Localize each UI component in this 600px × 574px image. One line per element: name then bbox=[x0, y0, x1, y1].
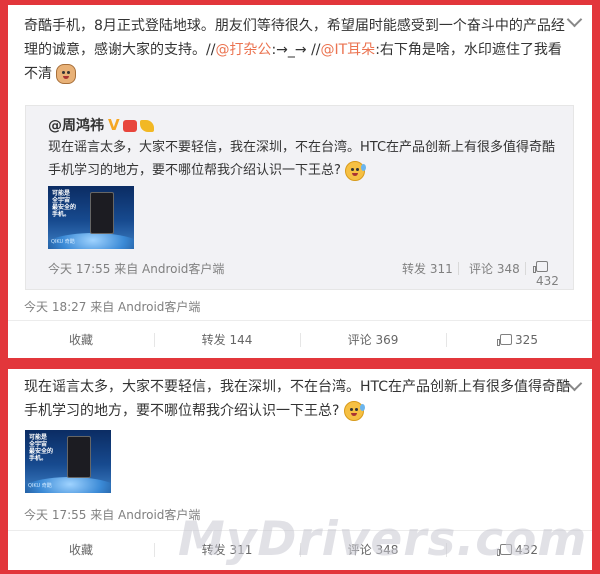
quoted-post: @周鸿祎 V 现在谣言太多，大家不要轻信，我在深圳，不在台湾。HTC在产品创新上有… bbox=[25, 105, 574, 290]
post-text: 现在谣言太多，大家不要轻信，我在深圳，不在台湾。HTC在产品创新上有很多值得奇酷… bbox=[24, 375, 572, 423]
comment-button[interactable]: 评论 348 bbox=[300, 531, 446, 569]
image-brand: QIKU 奇酷 bbox=[28, 483, 52, 489]
quoted-repost-button[interactable]: 转发 311 bbox=[402, 260, 453, 277]
weibo-card-repost: 奇酷手机，8月正式登陆地球。朋友们等待很久，希望届时能感受到一个奋斗中的产品经理… bbox=[8, 5, 592, 358]
weibo-card-original: 现在谣言太多，大家不要轻信，我在深圳，不在台湾。HTC在产品创新上有很多值得奇酷… bbox=[8, 369, 592, 570]
dog-emoji-icon bbox=[56, 64, 77, 84]
quoted-author: @周鸿祎 V bbox=[48, 115, 154, 135]
post-image-thumbnail[interactable]: 可能是 全宇宙 最安全的 手机。 QIKU 奇酷 bbox=[25, 430, 111, 493]
quoted-like-button[interactable]: 432 bbox=[533, 260, 573, 288]
quoted-timestamp[interactable]: 今天 17:55 来自 Android客户端 bbox=[48, 260, 224, 277]
quoted-comment-button[interactable]: 评论 348 bbox=[469, 260, 520, 277]
favorite-button[interactable]: 收藏 bbox=[8, 531, 154, 569]
thumbs-up-icon bbox=[497, 544, 513, 556]
thumbs-up-icon bbox=[533, 261, 548, 273]
post-timestamp[interactable]: 今天 18:27 来自 Android客户端 bbox=[24, 298, 200, 315]
mention-link[interactable]: @打杂公 bbox=[215, 42, 271, 58]
like-count: 432 bbox=[515, 543, 538, 557]
post-text-arrow: :→_→ // bbox=[271, 42, 321, 58]
post-image-thumbnail[interactable]: 可能是 全宇宙 最安全的 手机。 QIKU 奇酷 bbox=[48, 186, 134, 249]
thumbs-up-icon bbox=[497, 334, 513, 346]
quoted-like-count: 432 bbox=[536, 274, 559, 288]
like-button[interactable]: 432 bbox=[446, 531, 592, 569]
post-text: 奇酷手机，8月正式登陆地球。朋友们等待很久，希望届时能感受到一个奋斗中的产品经理… bbox=[24, 14, 572, 86]
comment-button[interactable]: 评论 369 bbox=[300, 321, 446, 359]
quoted-text-body: 现在谣言太多，大家不要轻信，我在深圳，不在台湾。HTC在产品创新上有很多值得奇酷… bbox=[48, 140, 556, 178]
post-timestamp[interactable]: 今天 17:55 来自 Android客户端 bbox=[24, 506, 200, 523]
author-link[interactable]: @周鸿祎 bbox=[48, 118, 104, 134]
like-button[interactable]: 325 bbox=[446, 321, 592, 359]
like-count: 325 bbox=[515, 333, 538, 347]
favorite-button[interactable]: 收藏 bbox=[8, 321, 154, 359]
image-slogan: 可能是 全宇宙 最安全的 手机。 bbox=[52, 190, 77, 218]
quoted-text: 现在谣言太多，大家不要轻信，我在深圳，不在台湾。HTC在产品创新上有很多值得奇酷… bbox=[48, 136, 568, 182]
divider bbox=[525, 262, 526, 275]
post-text-body: 现在谣言太多，大家不要轻信，我在深圳，不在台湾。HTC在产品创新上有很多值得奇酷… bbox=[24, 379, 571, 419]
verified-badge-icon: V bbox=[108, 116, 120, 134]
action-bar: 收藏 转发 311 评论 348 432 bbox=[8, 530, 592, 569]
action-bar: 收藏 转发 144 评论 369 325 bbox=[8, 320, 592, 359]
repost-button[interactable]: 转发 144 bbox=[154, 321, 300, 359]
nervous-emoji-icon bbox=[343, 401, 365, 421]
image-slogan: 可能是 全宇宙 最安全的 手机。 bbox=[29, 434, 54, 462]
member-badge-icon bbox=[122, 120, 137, 132]
repost-button[interactable]: 转发 311 bbox=[154, 531, 300, 569]
mention-link[interactable]: @IT耳朵 bbox=[321, 42, 376, 58]
image-brand: QIKU 奇酷 bbox=[51, 239, 75, 245]
level-badge-icon bbox=[139, 120, 154, 132]
nervous-emoji-icon bbox=[345, 160, 367, 181]
divider bbox=[458, 262, 459, 275]
